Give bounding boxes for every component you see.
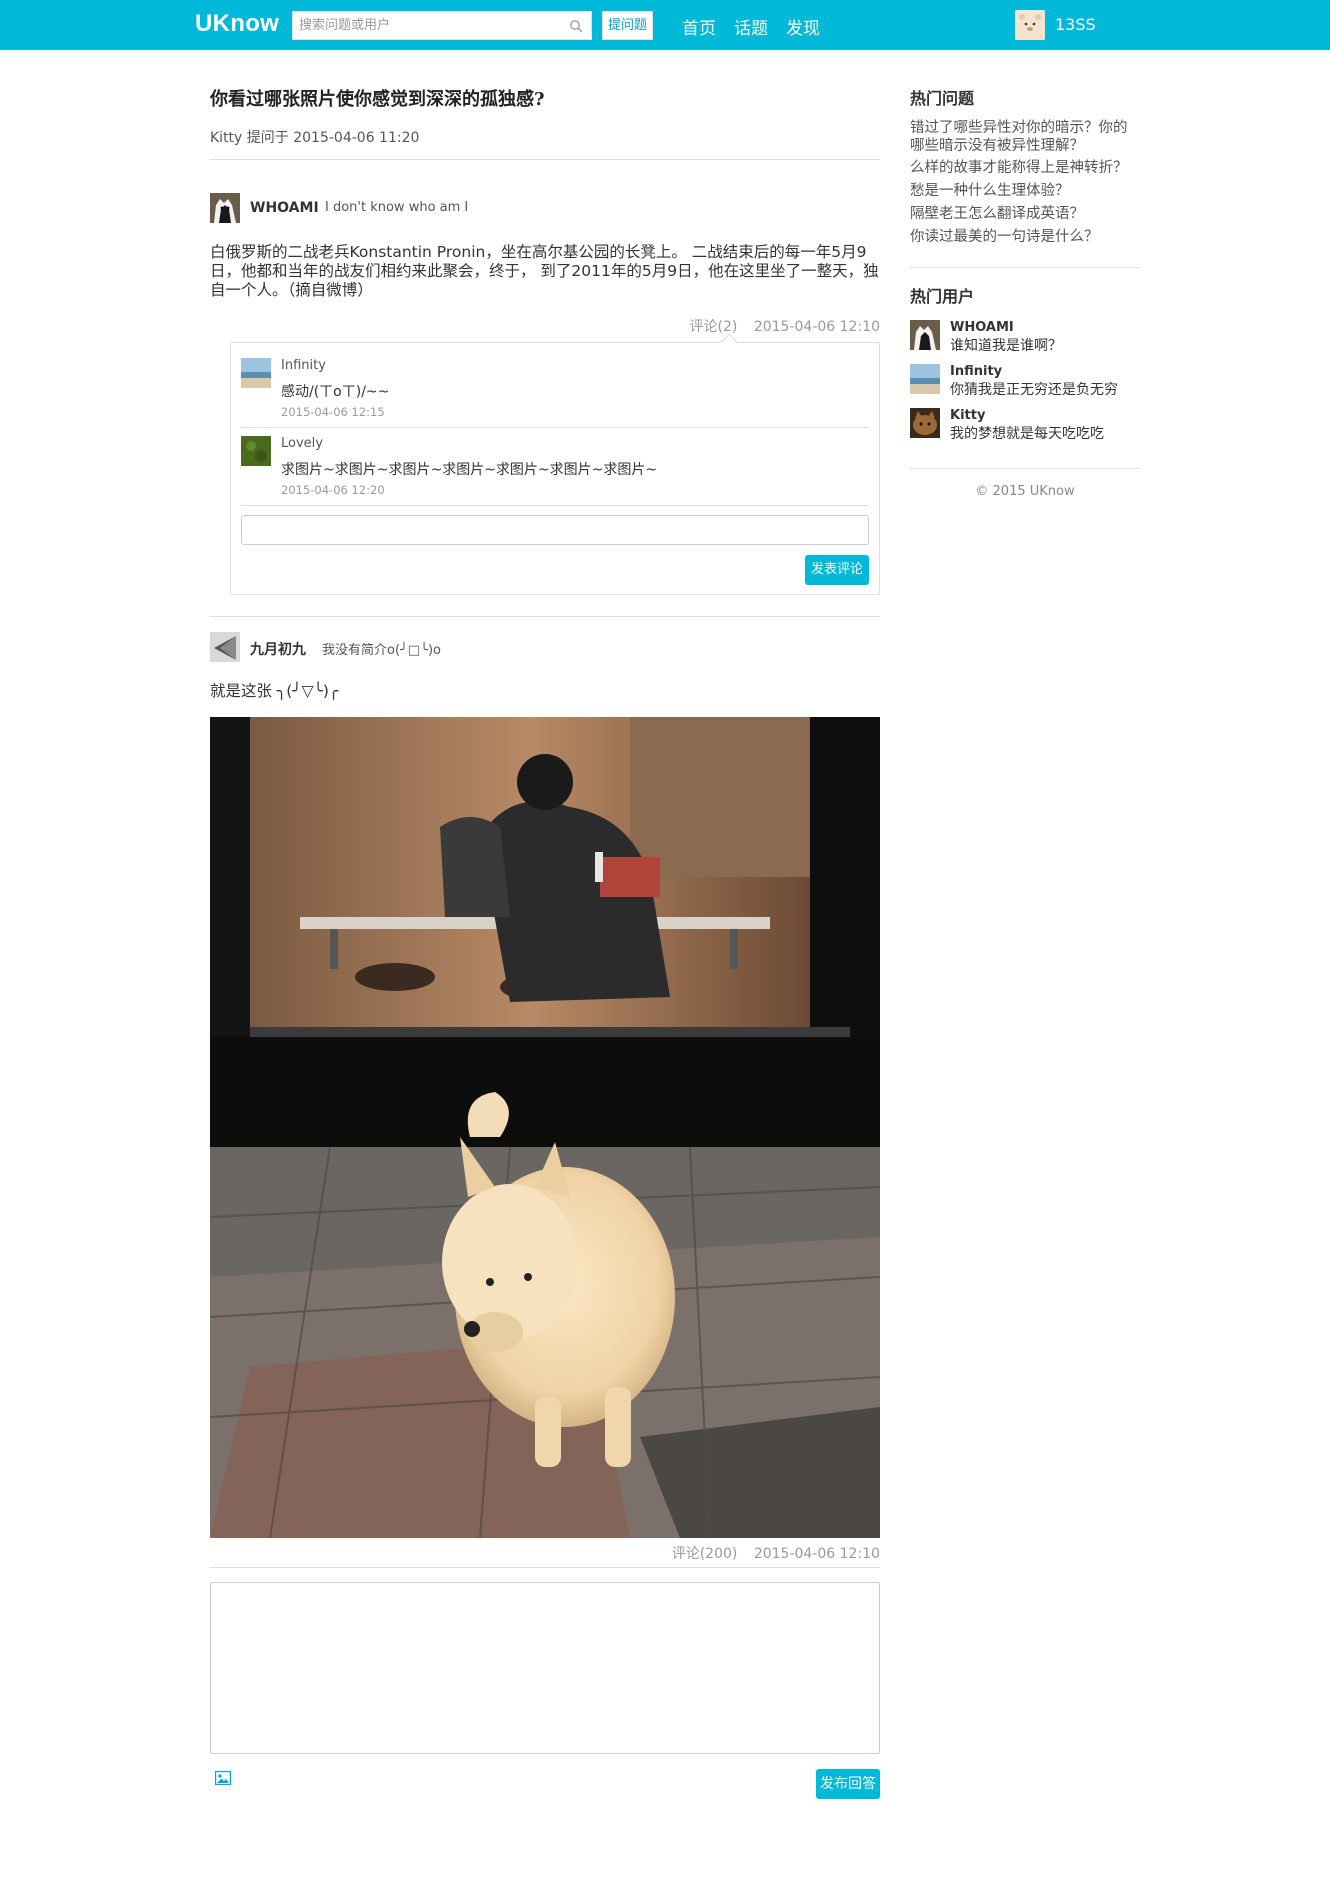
answer-time: 2015-04-06 12:10 [753,1546,880,1562]
comment-author[interactable]: Lovely [281,436,323,451]
insert-image-icon[interactable] [215,1771,231,1785]
avatar[interactable] [910,364,940,394]
hot-question-link[interactable]: 你读过最美的一句诗是什么？ [910,228,1140,246]
hot-user-bio: 我的梦想就是每天吃吃吃 [950,426,1104,442]
comment-divider [241,505,869,506]
hot-user-name[interactable]: Kitty [950,408,985,423]
comment-author[interactable]: Infinity [281,358,326,373]
hot-user-name[interactable]: WHOAMI [950,320,1014,335]
nav-link-discover[interactable]: 发现 [786,14,820,39]
post-comment-button[interactable]: 发表评论 [805,555,869,585]
answer-photo[interactable] [210,717,880,1538]
current-user-name[interactable]: 13SS [1055,15,1096,34]
answer-author-bio: 我没有简介o(╯□╰)o [322,643,441,658]
comment-time: 2015-04-06 12:15 [281,405,385,419]
avatar[interactable] [241,436,271,466]
answer-time: 2015-04-06 12:10 [753,319,880,335]
answer-footer: 评论(200) 2015-04-06 12:10 [660,1543,880,1563]
avatar[interactable] [910,320,940,350]
question-title: 你看过哪张照片使你感觉到深深的孤独感? [210,89,545,110]
hot-user-bio: 谁知道我是谁啊？ [950,338,1062,354]
comment-text: 感动/(ㄒoㄒ)/~~ [281,384,390,400]
avatar[interactable] [210,632,240,662]
answer-footer: 评论(2) 2015-04-06 12:10 [678,316,880,336]
dog-avatar-icon [210,193,240,223]
post-answer-button[interactable]: 发布回答 [816,1769,880,1799]
dog-photo-image [210,717,880,1538]
divider [210,159,880,160]
answer-author[interactable]: 九月初九 [250,639,306,659]
hot-user-item[interactable]: Kitty 我的梦想就是每天吃吃吃 [910,406,1140,442]
answer-author-bio: I don't know who am I [325,200,469,215]
hot-users-title: 热门用户 [910,287,975,306]
comments-link[interactable]: 评论(2) [690,319,738,335]
comments-panel: Infinity 感动/(ㄒoㄒ)/~~ 2015-04-06 12:15 Lo… [230,333,880,595]
hot-user-bio: 你猜我是正无穷还是负无穷 [950,382,1118,398]
hot-question-link[interactable]: 错过了哪些异性对你的暗示？你的哪些暗示没有被异性理解？ [910,119,1140,155]
current-user-avatar[interactable] [1015,10,1045,40]
cat-avatar-icon [910,408,940,438]
hot-question-link[interactable]: 么样的故事才能称得上是神转折？ [910,159,1140,177]
hot-user-item[interactable]: WHOAMI 谁知道我是谁啊？ [910,318,1140,354]
divider [210,616,880,617]
comment-text: 求图片~求图片~求图片~求图片~求图片~求图片~求图片~ [281,462,658,478]
beach-avatar-icon [910,364,940,394]
question-meta: Kitty 提问于 2015-04-06 11:20 [210,130,420,146]
hot-user-item[interactable]: Infinity 你猜我是正无穷还是负无穷 [910,362,1140,398]
hot-user-name[interactable]: Infinity [950,364,1002,379]
hot-question-link[interactable]: 愁是一种什么生理体验？ [910,182,1140,200]
divider [910,468,1140,469]
hot-questions-title: 热门问题 [910,89,975,108]
grass-avatar-icon [241,436,271,466]
search-box[interactable] [292,11,592,40]
site-logo[interactable]: UKnow [195,10,279,38]
answer-body: 就是这张 ╮(╯▽╰)╭ [210,682,339,700]
search-icon[interactable] [569,19,583,33]
avatar[interactable] [210,193,240,223]
avatar[interactable] [241,358,271,388]
avatar[interactable] [910,408,940,438]
comment-time: 2015-04-06 12:20 [281,483,385,497]
comment-item: Infinity 感动/(ㄒoㄒ)/~~ 2015-04-06 12:15 [241,343,869,419]
divider [210,1567,880,1568]
answer-editor[interactable] [210,1582,880,1754]
bear-avatar-icon [1015,10,1045,40]
divider [910,267,1140,268]
beach-avatar-icon [241,358,271,388]
comment-item: Lovely 求图片~求图片~求图片~求图片~求图片~求图片~求图片~ 2015… [241,421,869,497]
comments-link[interactable]: 评论(200) [672,1546,738,1562]
answer-header: WHOAMI I don't know who am I [210,193,880,223]
triangle-avatar-icon [210,632,240,662]
answer-body: 白俄罗斯的二战老兵Konstantin Pronin，坐在高尔基公园的长凳上。 … [210,243,879,299]
top-navbar: UKnow 提问题 首页 话题 发现 13SS [0,0,1330,50]
answer-header: 九月初九 我没有简介o(╯□╰)o [210,632,880,662]
nav-link-topics[interactable]: 话题 [734,14,768,39]
copyright: © 2015 UKnow [975,484,1075,499]
nav-link-home[interactable]: 首页 [682,14,716,39]
dog-avatar-icon [910,320,940,350]
search-input[interactable] [293,12,553,39]
ask-question-button[interactable]: 提问题 [602,11,653,40]
answer-author[interactable]: WHOAMI [250,200,319,216]
hot-question-link[interactable]: 隔壁老王怎么翻译成英语？ [910,205,1140,223]
comment-input[interactable] [241,515,869,545]
